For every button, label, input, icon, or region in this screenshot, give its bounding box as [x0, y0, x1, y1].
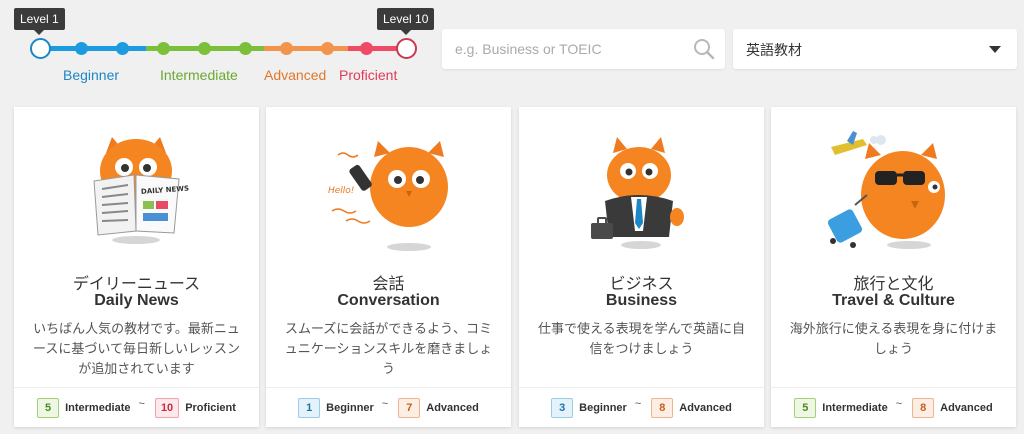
level-4-dot[interactable] [157, 42, 170, 55]
range-separator: ~ [381, 397, 389, 410]
level-to-badge: 8 [651, 397, 674, 418]
level-from-label: Beginner [326, 401, 374, 414]
card-title-jp: 会話 [372, 274, 405, 293]
level-to-label: Advanced [679, 401, 732, 414]
level-9-dot[interactable] [360, 42, 373, 55]
band-label-advanced: Advanced [264, 67, 327, 83]
owl-in-suit-illustration [591, 137, 684, 249]
course-card-travel-culture[interactable]: 旅行と文化 Travel & Culture 海外旅行に使える表現を身に付けまし… [771, 107, 1016, 427]
level-from-badge: 5 [37, 397, 60, 418]
max-level-handle[interactable] [396, 38, 417, 59]
search-box [442, 29, 725, 69]
dropdown-caret-icon [989, 46, 1001, 53]
card-title-en: Business [605, 292, 678, 309]
level-from-label: Intermediate [822, 401, 888, 414]
band-label-beginner: Beginner [63, 67, 120, 83]
course-card-business[interactable]: ビジネス Business 仕事で使える表現を学んで英語に自信をつけましょう 3… [519, 107, 764, 427]
level-6-dot[interactable] [239, 42, 252, 55]
level-from-badge: 5 [794, 397, 817, 418]
track-advanced [264, 46, 348, 51]
level-from-label: Intermediate [65, 401, 131, 414]
owl-on-phone-illustration: Hello! [328, 141, 448, 251]
min-level-handle[interactable] [30, 38, 51, 59]
card-description: 海外旅行に使える表現を身に付けましょう [789, 322, 998, 357]
card-level-range: 5 Intermediate ~ 10 Proficient [14, 387, 259, 427]
card-title-jp: 旅行と文化 [853, 274, 934, 293]
max-level-tooltip: Level 10 [377, 8, 435, 35]
category-select[interactable]: 英語教材 [733, 29, 1017, 69]
card-title-jp: ビジネス [609, 274, 674, 293]
card-description: 仕事で使える表現を学んで英語に自信をつけましょう [538, 322, 745, 357]
range-separator: ~ [634, 397, 642, 410]
level-7-dot[interactable] [280, 42, 293, 55]
band-label-proficient: Proficient [339, 67, 398, 83]
track-beginner [40, 46, 146, 51]
search-icon[interactable] [693, 38, 715, 60]
card-level-range: 1 Beginner ~ 7 Advanced [266, 387, 511, 427]
owl-reading-newspaper-illustration: DAILY NEWS [93, 137, 189, 244]
card-title-en: Conversation [337, 292, 440, 309]
level-to-label: Proficient [185, 401, 236, 414]
owl-traveler-illustration [827, 131, 945, 249]
band-label-intermediate: Intermediate [160, 67, 238, 83]
card-level-range: 5 Intermediate ~ 8 Advanced [771, 387, 1016, 427]
card-title-en: Daily News [94, 292, 179, 309]
card-title-jp: デイリーニュース [72, 274, 201, 293]
range-separator: ~ [138, 397, 145, 410]
level-to-label: Advanced [426, 401, 479, 414]
level-5-dot[interactable] [198, 42, 211, 55]
category-select-value: 英語教材 [746, 43, 802, 59]
card-description: いちばん人気の教材です。最新ニュースに基づいて毎日新しいレッスンが追加されていま… [33, 322, 240, 377]
level-8-dot[interactable] [321, 42, 334, 55]
min-level-tooltip: Level 1 [14, 8, 65, 35]
card-level-range: 3 Beginner ~ 8 Advanced [519, 387, 764, 427]
level-to-badge: 8 [912, 397, 935, 418]
level-range-slider[interactable]: Level 1 Level 10 Beginner Intermediate A… [0, 0, 440, 100]
level-from-label: Beginner [579, 401, 627, 414]
level-to-badge: 10 [154, 397, 180, 418]
hello-speech-text: Hello! [328, 186, 354, 196]
level-from-badge: 1 [298, 397, 321, 418]
course-card-daily-news[interactable]: DAILY NEWS デイリーニュース Daily News いちばん人気の教材… [14, 107, 259, 427]
level-2-dot[interactable] [75, 42, 88, 55]
level-from-badge: 3 [551, 397, 574, 418]
level-3-dot[interactable] [116, 42, 129, 55]
card-title-en: Travel & Culture [832, 292, 955, 309]
level-to-badge: 7 [398, 397, 421, 418]
range-separator: ~ [895, 397, 903, 410]
search-input[interactable] [442, 29, 682, 69]
card-description: スムーズに会話ができるよう、コミュニケーションスキルを磨きましょう [284, 322, 493, 377]
course-card-conversation[interactable]: Hello! 会話 Conversation スムーズに会話ができるよう、コミュ… [266, 107, 511, 427]
level-to-label: Advanced [940, 401, 993, 414]
